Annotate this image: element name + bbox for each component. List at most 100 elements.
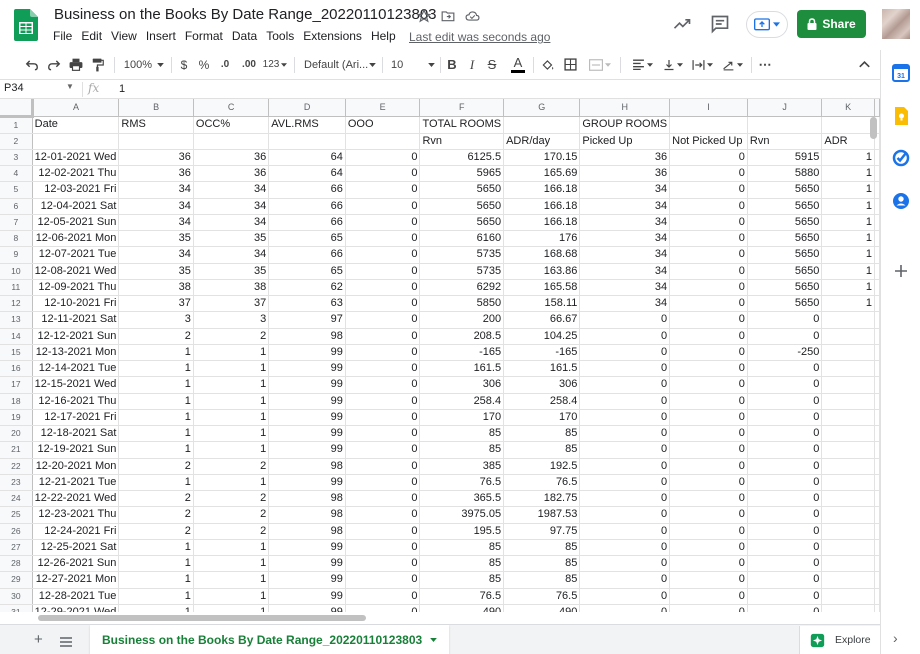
cell[interactable]: 0 <box>579 458 671 475</box>
cell[interactable]: 0 <box>669 506 748 524</box>
cell[interactable]: 0 <box>747 523 823 540</box>
cell[interactable]: 85 <box>419 571 505 589</box>
row-header[interactable]: 18 <box>0 393 33 410</box>
row-header[interactable]: 27 <box>0 539 33 557</box>
cell[interactable] <box>503 116 581 134</box>
cell[interactable]: 0 <box>345 295 421 313</box>
cell[interactable]: 0 <box>345 246 421 264</box>
contacts-icon[interactable] <box>892 192 910 210</box>
cell[interactable]: Rvn <box>419 133 505 150</box>
cell[interactable] <box>193 133 270 150</box>
cell[interactable]: 0 <box>345 393 421 410</box>
cell[interactable]: 0 <box>345 328 421 345</box>
cell[interactable]: 0 <box>579 571 671 589</box>
cell[interactable]: 0 <box>669 555 748 573</box>
cell[interactable] <box>345 133 421 150</box>
cell[interactable]: 12-01-2021 Wed <box>32 149 120 167</box>
cell[interactable]: 0 <box>579 425 671 443</box>
cell[interactable]: -165 <box>503 344 581 362</box>
cell[interactable]: 165.58 <box>503 279 581 297</box>
cell[interactable]: 12-16-2021 Thu <box>32 393 120 410</box>
cell[interactable]: 1 <box>821 246 875 264</box>
bold-button[interactable]: B <box>446 53 458 76</box>
cell[interactable]: 5650 <box>747 214 823 232</box>
cell[interactable]: 5965 <box>419 165 505 183</box>
menu-edit[interactable]: Edit <box>81 29 108 43</box>
cell[interactable]: 0 <box>345 198 421 215</box>
cell[interactable]: ADR <box>821 133 875 150</box>
row-header[interactable]: 2 <box>0 133 33 150</box>
select-all-corner[interactable] <box>0 99 34 118</box>
cell[interactable]: 0 <box>345 279 421 297</box>
formula-input[interactable]: 1 <box>119 83 125 95</box>
cell[interactable]: 0 <box>669 376 748 394</box>
cell[interactable]: 34 <box>118 181 194 199</box>
cell[interactable]: 99 <box>268 393 346 410</box>
cell[interactable]: 12-14-2021 Tue <box>32 360 120 378</box>
cell[interactable]: 76.5 <box>503 588 581 605</box>
cell[interactable] <box>821 116 875 134</box>
cell[interactable]: 166.18 <box>503 198 581 215</box>
cell[interactable]: 34 <box>579 230 671 248</box>
cell[interactable]: 0 <box>345 523 421 540</box>
cell[interactable]: 5650 <box>419 214 505 232</box>
cell[interactable] <box>268 133 346 150</box>
cell[interactable] <box>821 393 875 410</box>
cell[interactable]: 0 <box>747 506 823 524</box>
explore-button[interactable]: Explore <box>799 626 880 654</box>
cell[interactable]: 98 <box>268 328 346 345</box>
cell[interactable]: 12-10-2021 Fri <box>32 295 120 313</box>
cell[interactable]: 0 <box>345 149 421 167</box>
cell[interactable]: 2 <box>118 490 194 508</box>
cell[interactable]: 170.15 <box>503 149 581 167</box>
cell[interactable]: 166.18 <box>503 214 581 232</box>
cell[interactable]: 0 <box>669 279 748 297</box>
cell[interactable]: 35 <box>193 263 270 280</box>
horizontal-scrollbar[interactable] <box>38 614 868 623</box>
row-header[interactable]: 25 <box>0 506 33 524</box>
cell[interactable]: 12-21-2021 Tue <box>32 474 120 492</box>
cell[interactable]: 0 <box>669 441 748 459</box>
cell[interactable]: 62 <box>268 279 346 297</box>
cell[interactable]: 385 <box>419 458 505 475</box>
cell[interactable]: 2 <box>193 328 270 345</box>
cell[interactable]: 12-05-2021 Sun <box>32 214 120 232</box>
cell[interactable]: 1 <box>821 149 875 167</box>
cell[interactable]: 0 <box>669 328 748 345</box>
cell[interactable]: 158.11 <box>503 295 581 313</box>
cell[interactable]: OOO <box>345 116 421 134</box>
cell[interactable]: 0 <box>669 458 748 475</box>
cell[interactable] <box>821 588 875 605</box>
cell[interactable]: 0 <box>345 506 421 524</box>
paint-format-icon[interactable] <box>90 53 106 76</box>
cell[interactable]: 2 <box>118 523 194 540</box>
cell[interactable]: 34 <box>118 198 194 215</box>
cell[interactable]: 0 <box>345 181 421 199</box>
cell[interactable]: 85 <box>503 425 581 443</box>
menu-insert[interactable]: Insert <box>146 29 182 43</box>
cell[interactable]: 258.4 <box>503 393 581 410</box>
row-header[interactable]: 16 <box>0 360 33 378</box>
row-header[interactable]: 3 <box>0 149 33 167</box>
cell[interactable]: 98 <box>268 458 346 475</box>
italic-button[interactable]: I <box>466 53 478 76</box>
cell[interactable]: 1 <box>193 539 270 557</box>
avatar[interactable] <box>882 9 910 39</box>
cell[interactable]: 1 <box>193 474 270 492</box>
cell[interactable]: 5650 <box>747 246 823 264</box>
cell[interactable]: 37 <box>193 295 270 313</box>
cell[interactable]: 1 <box>118 555 194 573</box>
decrease-decimal-button[interactable]: .0 <box>218 53 232 76</box>
cell[interactable]: 3 <box>193 311 270 329</box>
merge-cells-icon[interactable] <box>586 53 614 76</box>
cell[interactable]: 2 <box>193 458 270 475</box>
cell[interactable]: 0 <box>669 571 748 589</box>
cell[interactable]: 0 <box>345 165 421 183</box>
cell[interactable]: 0 <box>747 328 823 345</box>
cell[interactable]: 0 <box>579 393 671 410</box>
cell[interactable]: 12-09-2021 Thu <box>32 279 120 297</box>
cell[interactable]: 63 <box>268 295 346 313</box>
fill-color-icon[interactable] <box>540 53 556 76</box>
cell[interactable]: 65 <box>268 263 346 280</box>
calendar-icon[interactable]: 31 <box>892 64 910 82</box>
